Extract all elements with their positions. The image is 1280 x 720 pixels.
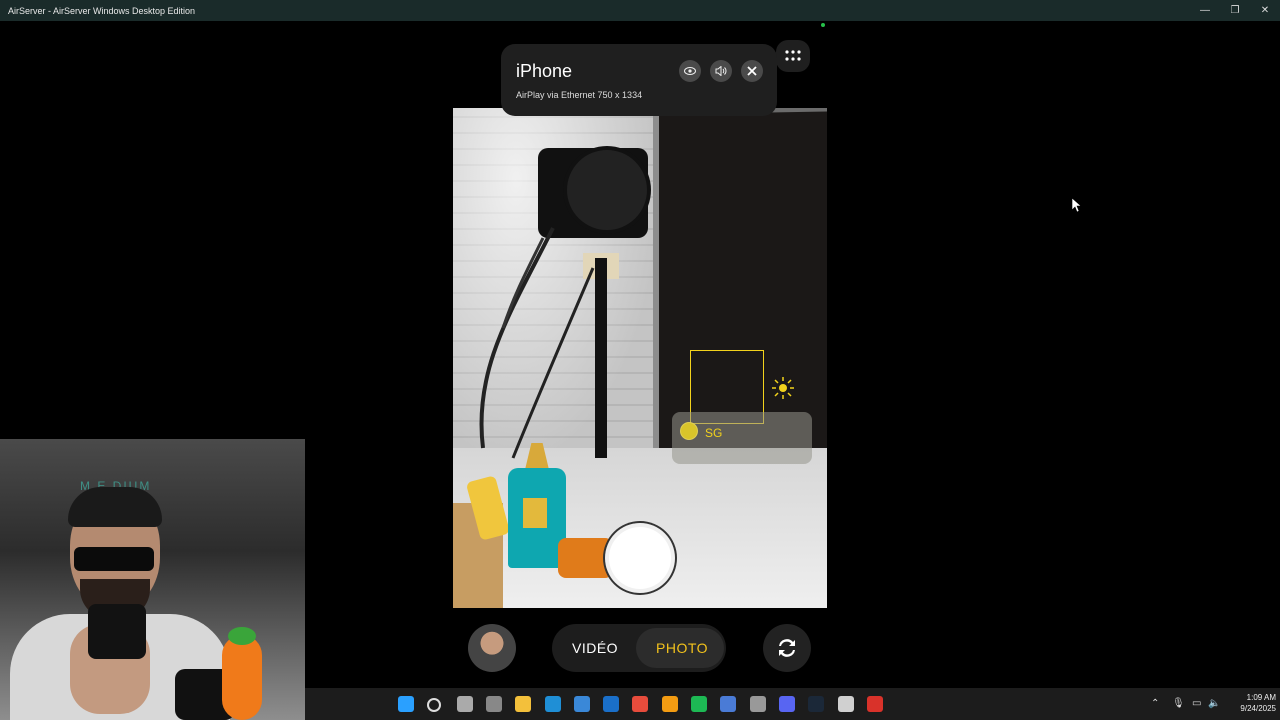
chrome-icon[interactable] bbox=[632, 696, 649, 712]
network-icon[interactable]: ▭ bbox=[1192, 698, 1201, 709]
spotify-icon[interactable] bbox=[691, 696, 707, 712]
restore-button[interactable]: ❐ bbox=[1220, 0, 1250, 21]
person-hair bbox=[68, 487, 162, 527]
store-icon[interactable] bbox=[573, 696, 590, 712]
mode-photo-tab[interactable]: PHOTO bbox=[656, 640, 708, 656]
airserver-icon[interactable] bbox=[837, 696, 854, 712]
speaker-icon bbox=[715, 66, 727, 76]
volume-icon[interactable]: 🔈 bbox=[1208, 698, 1220, 709]
window-titlebar: AirServer - AirServer Windows Desktop Ed… bbox=[0, 0, 1280, 21]
app2-icon[interactable] bbox=[749, 696, 766, 712]
mic-icon[interactable]: 🎙 bbox=[1172, 698, 1185, 709]
camera-active-indicator bbox=[821, 23, 825, 27]
app-icon[interactable] bbox=[720, 696, 737, 712]
plush-toy-leaves bbox=[228, 627, 256, 645]
file-explorer-icon[interactable] bbox=[515, 696, 532, 712]
eye-icon bbox=[684, 67, 696, 75]
visibility-button[interactable] bbox=[679, 60, 701, 82]
shutter-button[interactable] bbox=[609, 527, 671, 589]
audio-button[interactable] bbox=[710, 60, 732, 82]
grid-icon bbox=[785, 50, 801, 61]
close-window-button[interactable]: ✕ bbox=[1250, 0, 1280, 21]
outlook-icon[interactable] bbox=[603, 696, 620, 712]
mode-video-tab[interactable]: VIDÉO bbox=[572, 640, 618, 656]
clock-time: 1:09 AM bbox=[1246, 693, 1276, 702]
discord-icon[interactable] bbox=[778, 696, 795, 712]
webcam-overlay: M E DIUM bbox=[0, 439, 305, 720]
flip-camera-button[interactable] bbox=[763, 624, 811, 672]
windows-start-icon[interactable] bbox=[398, 696, 414, 712]
close-icon bbox=[747, 66, 757, 76]
last-photo-thumbnail[interactable] bbox=[468, 624, 516, 672]
scene-can bbox=[558, 538, 613, 578]
rotate-camera-icon bbox=[779, 639, 795, 657]
taskbar-clock[interactable]: 1:09 AM 9/24/2025 bbox=[1222, 692, 1276, 714]
chevron-up-icon[interactable]: ⌃ bbox=[1151, 698, 1159, 709]
focus-tag-label: SG bbox=[705, 426, 723, 440]
steam-icon[interactable] bbox=[808, 696, 825, 712]
vlc-icon[interactable] bbox=[661, 696, 678, 712]
settings-icon[interactable] bbox=[485, 696, 502, 712]
app3-icon[interactable] bbox=[866, 696, 883, 712]
window-title: AirServer - AirServer Windows Desktop Ed… bbox=[8, 5, 196, 16]
disconnect-button[interactable] bbox=[741, 60, 763, 82]
connection-info: AirPlay via Ethernet 750 x 1334 bbox=[516, 90, 643, 100]
scene-bottle-label bbox=[523, 498, 547, 528]
focus-tag-icon bbox=[680, 422, 698, 440]
held-phone bbox=[88, 604, 146, 659]
device-name: iPhone bbox=[516, 61, 573, 81]
app-grid-button[interactable] bbox=[776, 40, 810, 72]
clock-date: 9/24/2025 bbox=[1240, 704, 1276, 713]
exposure-sun-icon[interactable] bbox=[772, 377, 794, 399]
task-view-icon[interactable] bbox=[456, 696, 473, 712]
minimize-button[interactable]: — bbox=[1190, 0, 1220, 21]
plush-toy bbox=[222, 635, 262, 720]
edge-icon[interactable] bbox=[544, 696, 561, 712]
person-sunglasses bbox=[74, 547, 154, 571]
